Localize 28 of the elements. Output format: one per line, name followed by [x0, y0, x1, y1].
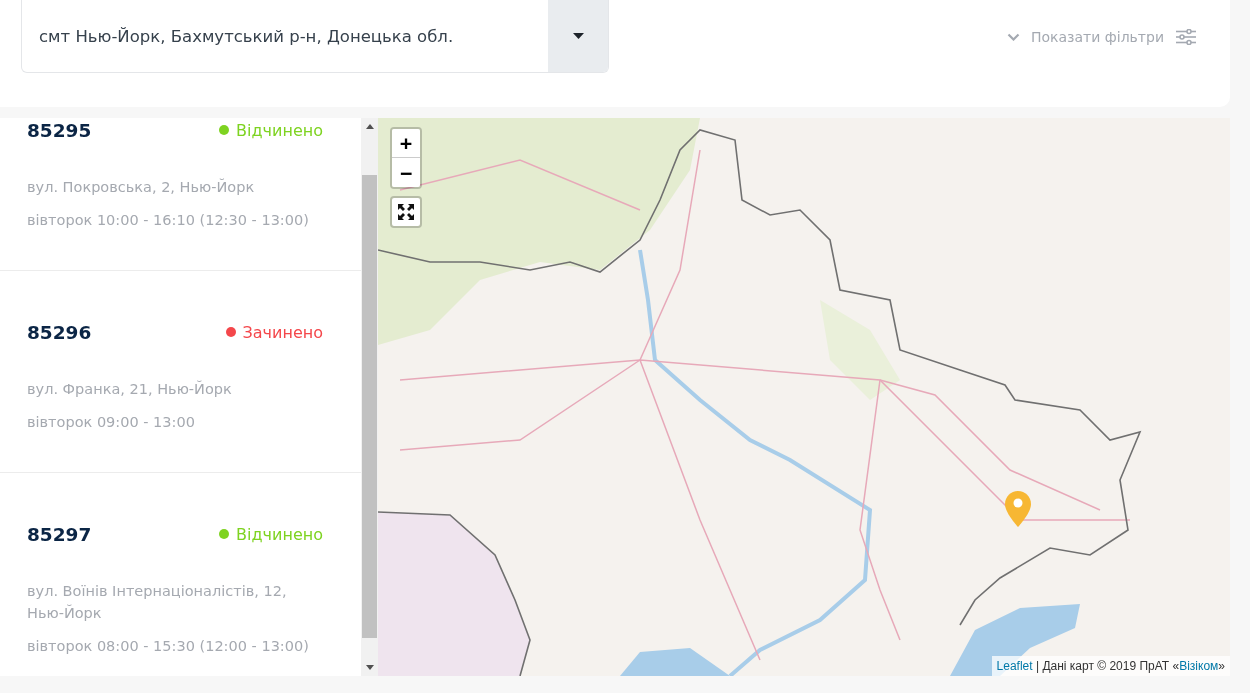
office-hours: вівторок 08:00 - 15:30 (12:00 - 13:00) — [27, 637, 310, 656]
zoom-out-button[interactable]: − — [392, 158, 420, 187]
caret-icon — [572, 33, 584, 39]
status-label: Зачинено — [242, 322, 323, 342]
map-pin-icon[interactable] — [1005, 491, 1031, 527]
map-attribution: Leaflet | Дані карт © 2019 ПрАТ «Візіком» — [991, 656, 1230, 676]
status-label: Відчинено — [236, 120, 323, 140]
scroll-down-icon[interactable] — [365, 665, 374, 670]
office-number: 85295 — [27, 119, 92, 141]
office-hours: вівторок 10:00 - 16:10 (12:30 - 13:00) — [27, 211, 310, 230]
scroll-up-icon[interactable] — [365, 124, 374, 129]
office-address: вул. Покровська, 2, Нью-Йорк — [27, 177, 256, 197]
sliders-icon — [1176, 28, 1196, 45]
office-address: вул. Воїнів Інтернаціоналістів, 12, Нью-Йорк — [27, 582, 288, 623]
fullscreen-button[interactable] — [390, 196, 422, 228]
attribution-link[interactable]: Leaflet — [996, 659, 1033, 673]
office-number: 85296 — [27, 321, 92, 343]
location-select[interactable]: смт Нью-Йорк, Бахмутський р-н, Донецька обл. — [21, 0, 609, 73]
scrollbar[interactable] — [361, 118, 378, 676]
dropdown-button[interactable] — [548, 0, 608, 72]
office-address: вул. Франка, 21, Нью-Йорк — [27, 379, 233, 399]
status-label: Відчинено — [236, 524, 323, 544]
scrollbar-thumb[interactable] — [362, 175, 377, 638]
zoom-in-button[interactable]: + — [392, 129, 420, 158]
attribution-link[interactable]: Візіком — [1179, 659, 1219, 673]
office-number: 85297 — [27, 523, 92, 545]
office-hours: вівторок 09:00 - 13:00 — [27, 413, 196, 432]
fullscreen-icon — [398, 204, 414, 220]
